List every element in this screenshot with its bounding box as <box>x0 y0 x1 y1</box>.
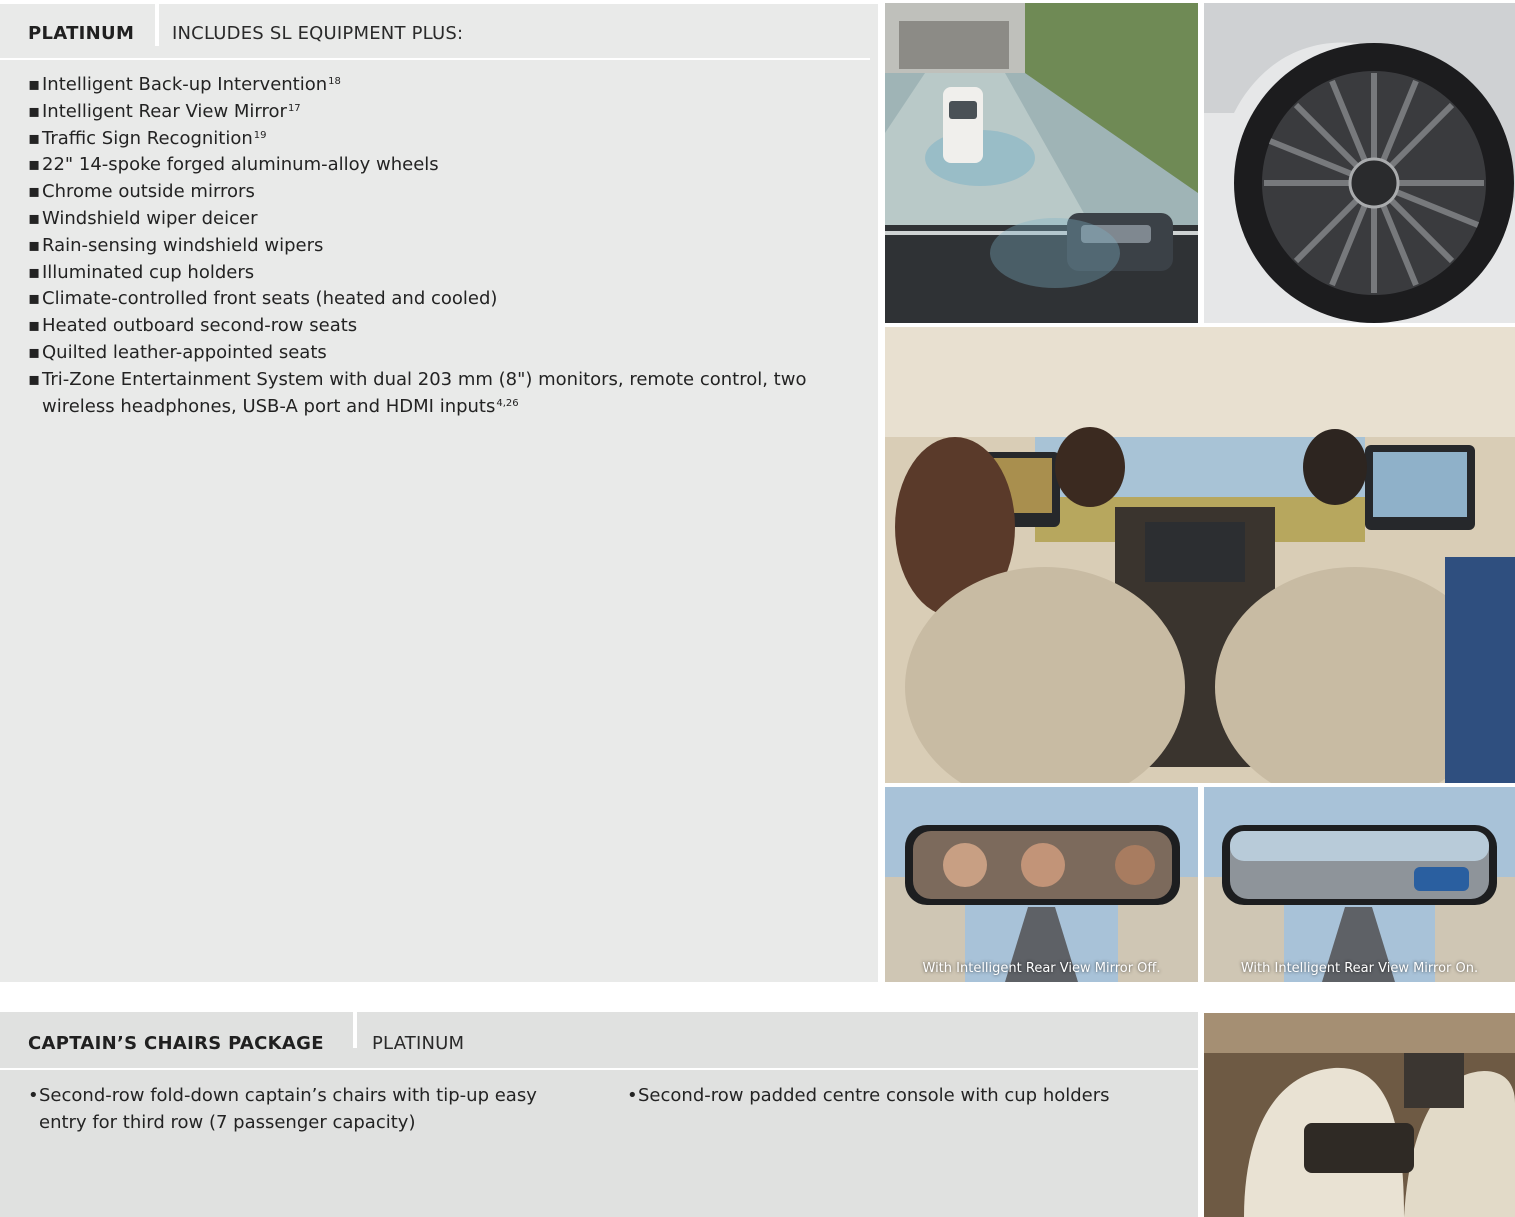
wheel-photo <box>1204 3 1515 323</box>
feature-text: Tri-Zone Entertainment System with dual … <box>42 368 807 417</box>
feature-item: ▪ Intelligent Back-up Intervention18 <box>28 72 858 99</box>
platinum-title: PLATINUM <box>28 23 135 44</box>
bullet: ▪ <box>28 207 41 229</box>
mirror-on-photo: With Intelligent Rear View Mirror On. <box>1204 787 1515 982</box>
feature-item: ▪ Traffic Sign Recognition19 <box>28 126 858 153</box>
bullet: ▪ <box>28 74 41 95</box>
captain-header: CAPTAIN’S CHAIRS PACKAGE PLATINUM <box>0 1012 1198 1070</box>
captain-title: CAPTAIN’S CHAIRS PACKAGE <box>28 1033 324 1054</box>
feature-item: ▪ Illuminated cup holders <box>28 260 858 287</box>
bullet: ▪ <box>28 181 41 203</box>
mirror-on-caption: With Intelligent Rear View Mirror On. <box>1240 961 1479 976</box>
feature-text: Climate-controlled front seats (heated a… <box>42 288 498 310</box>
feature-text: Intelligent Back-up Intervention <box>42 74 328 95</box>
feature-text: Illuminated cup holders <box>42 261 255 283</box>
captain-chairs-panel: CAPTAIN’S CHAIRS PACKAGE PLATINUM • Seco… <box>0 1012 1198 1217</box>
bullet: • <box>28 1085 39 1106</box>
bullet: ▪ <box>28 341 41 363</box>
footnote-ref: 18 <box>328 76 341 87</box>
captain-feature-2-text: Second-row padded centre console with cu… <box>638 1085 1110 1106</box>
feature-item: ▪ Tri-Zone Entertainment System with dual… <box>28 367 858 421</box>
captain-chairs-photo <box>1204 1013 1515 1217</box>
footnote-ref: 19 <box>253 129 267 141</box>
footnote-ref: 17 <box>287 102 301 114</box>
feature-item: ▪ Chrome outside mirrors <box>28 179 858 206</box>
feature-text: 22" 14-spoke forged aluminum-alloy wheel… <box>42 154 439 176</box>
bullet: ▪ <box>28 368 41 390</box>
feature-text: Chrome outside mirrors <box>42 181 255 203</box>
bullet: ▪ <box>28 288 41 310</box>
feature-text: Quilted leather-appointed seats <box>42 341 327 363</box>
mirror-off-caption: With Intelligent Rear View Mirror Off. <box>922 961 1161 976</box>
bullet: ▪ <box>28 234 41 256</box>
feature-item: ▪ Windshield wiper deicer <box>28 206 858 233</box>
header-divider <box>155 4 159 46</box>
cabin-entertainment-photo <box>885 327 1515 783</box>
feature-text: Windshield wiper deicer <box>42 207 258 229</box>
captain-subtitle: PLATINUM <box>372 1033 465 1054</box>
feature-text: Traffic Sign Recognition <box>42 127 253 149</box>
platinum-subtitle: INCLUDES SL EQUIPMENT PLUS: <box>172 23 464 44</box>
platinum-header: PLATINUM INCLUDES SL EQUIPMENT PLUS: <box>0 4 870 60</box>
feature-text: Heated outboard second-row seats <box>42 315 358 337</box>
bullet: ▪ <box>28 315 41 337</box>
platinum-feature-list: ▪ Intelligent Back-up Intervention18 ▪ Inte… <box>28 72 858 420</box>
feature-item: ▪ Climate-controlled front seats (heated … <box>28 286 858 313</box>
bullet: ▪ <box>28 154 41 176</box>
feature-text: Rain-sensing windshield wipers <box>42 234 324 256</box>
feature-item: ▪ Quilted leather-appointed seats <box>28 340 858 367</box>
bullet: ▪ <box>28 127 41 149</box>
feature-item: ▪ Intelligent Rear View Mirror17 <box>28 99 858 126</box>
bullet: ▪ <box>28 261 41 283</box>
platinum-panel: PLATINUM INCLUDES SL EQUIPMENT PLUS: ▪ In… <box>0 4 878 982</box>
feature-item: ▪ Rain-sensing windshield wipers <box>28 233 858 260</box>
feature-item: ▪ Heated outboard second-row seats <box>28 313 858 340</box>
captain-feature-2: • Second-row padded centre console with … <box>627 1082 1187 1109</box>
header-divider <box>353 1012 357 1048</box>
captain-feature-1: • Second-row fold-down captain’s chairs … <box>28 1082 573 1136</box>
footnote-ref: 4,26 <box>496 397 519 409</box>
parking-assist-photo <box>885 3 1198 323</box>
mirror-off-photo: With Intelligent Rear View Mirror Off. <box>885 787 1198 982</box>
feature-text: Intelligent Rear View Mirror <box>42 100 287 122</box>
captain-feature-1-text: Second-row fold-down captain’s chairs wi… <box>39 1085 537 1133</box>
bullet: • <box>627 1085 638 1106</box>
feature-item: ▪ 22" 14-spoke forged aluminum-alloy whee… <box>28 152 858 179</box>
bullet: ▪ <box>28 100 41 122</box>
